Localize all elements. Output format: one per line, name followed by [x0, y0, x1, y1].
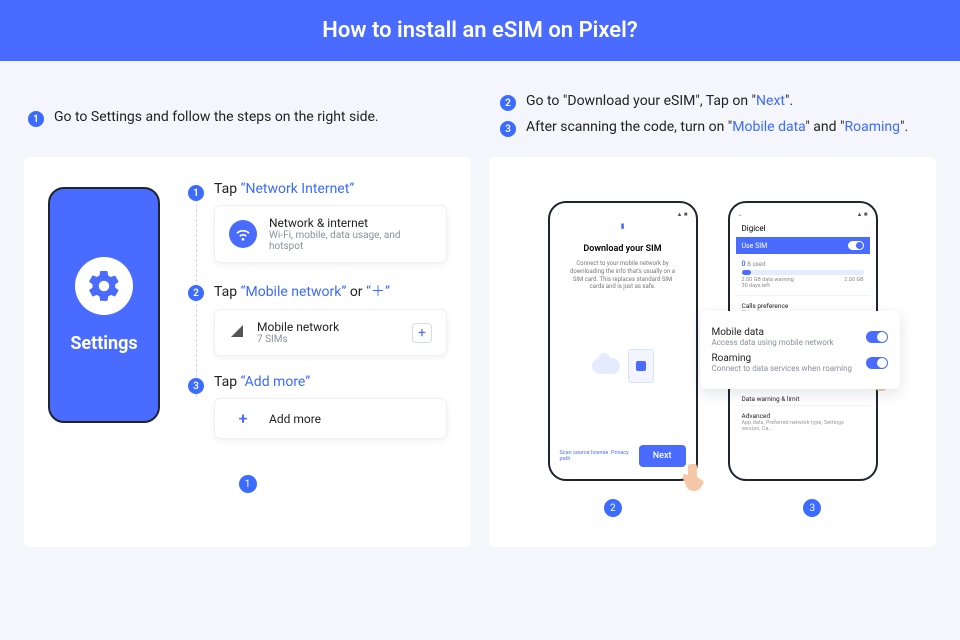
status-bar: ←▲ ■: [736, 211, 870, 222]
step-number-badge: 3: [500, 121, 516, 137]
sim-chip-icon: ▮: [556, 222, 690, 230]
intro-step-1: 1 Go to Settings and follow the steps on…: [28, 109, 460, 127]
step-number-badge: 2: [500, 95, 516, 111]
intro-step-3: 3 After scanning the code, turn on "Mobi…: [500, 119, 932, 137]
cloud-icon: [592, 358, 620, 374]
row-title: Mobile network: [257, 320, 339, 334]
phone-sim-settings: ←▲ ■ Digicel Use SIM 0 B used 2.00 GB da…: [728, 201, 878, 481]
row-subtitle: 7 SIMs: [257, 334, 339, 345]
footer-links[interactable]: Scan source license Privacy path: [560, 450, 639, 462]
intro-step-2-text: Go to "Download your eSIM", Tap on "Next…: [526, 93, 793, 109]
download-sim-title: Download your SIM: [556, 244, 690, 254]
add-sim-plus-button[interactable]: +: [412, 323, 432, 343]
signal-icon: [229, 323, 245, 343]
plus-icon: +: [229, 409, 257, 428]
carrier-label: Digicel: [736, 222, 870, 237]
cards-row: Settings 1 Tap “Network Internet” Networ…: [0, 157, 960, 547]
step-number-badge: 3: [188, 378, 204, 394]
use-sim-label: Use SIM: [742, 242, 768, 250]
mobile-data-toggle[interactable]: [866, 331, 888, 343]
card-settings-steps: Settings 1 Tap “Network Internet” Networ…: [24, 157, 471, 547]
row-subtitle: Wi-Fi, mobile, data usage, and hotspot: [269, 230, 432, 252]
data-quota: 0 B used 2.00 GB data warning 2.00 GB 30…: [736, 254, 870, 295]
row-add-more[interactable]: + Add more: [214, 398, 447, 439]
row-network-internet[interactable]: Network & internet Wi-Fi, mobile, data u…: [214, 205, 447, 263]
card-phone-screens: ·▲ ■ ▮ Download your SIM Connect to your…: [489, 157, 936, 547]
toggles-callout-card: Mobile data Access data using mobile net…: [700, 311, 900, 389]
substep-1-title: Tap “Network Internet”: [214, 181, 447, 197]
intro-row: 1 Go to Settings and follow the steps on…: [0, 61, 960, 157]
step-number-badge: 1: [188, 185, 204, 201]
page-title: How to install an eSIM on Pixel?: [322, 18, 637, 43]
roaming-sub: Connect to data services when roaming: [712, 364, 853, 373]
step-number-badge: 2: [188, 285, 204, 301]
intro-right: 2 Go to "Download your eSIM", Tap on "Ne…: [500, 85, 932, 145]
advanced-row[interactable]: Advanced App data, Preferred network typ…: [736, 405, 870, 434]
mobile-data-row[interactable]: Mobile data Access data using mobile net…: [712, 327, 888, 347]
gear-icon: [75, 257, 133, 315]
roaming-link-text: Roaming: [844, 119, 900, 135]
phone-download-sim: ·▲ ■ ▮ Download your SIM Connect to your…: [548, 201, 698, 481]
mobile-data-title: Mobile data: [712, 327, 834, 338]
substep-3-title: Tap “Add more”: [214, 374, 447, 390]
quota-cap: 2.00 GB: [844, 277, 863, 283]
card-number-badge: 1: [239, 475, 257, 493]
download-sim-illustration: [556, 291, 690, 441]
card-number-badge: 2: [604, 499, 622, 517]
wifi-icon: [229, 220, 257, 248]
roaming-title: Roaming: [712, 353, 853, 364]
page-header: How to install an eSIM on Pixel?: [0, 0, 960, 61]
mobile-data-sub: Access data using mobile network: [712, 338, 834, 347]
quota-used-number: 0: [742, 260, 746, 268]
substep-1: 1 Tap “Network Internet” Network & inter…: [188, 181, 447, 263]
row-title: Add more: [269, 412, 321, 426]
intro-step-1-text: Go to Settings and follow the steps on t…: [54, 109, 379, 125]
data-warning-row[interactable]: Data warning & limit: [736, 388, 870, 405]
intro-left: 1 Go to Settings and follow the steps on…: [28, 85, 460, 145]
next-link-text: Next: [756, 93, 785, 109]
quota-progress-bar: [742, 270, 864, 275]
settings-label: Settings: [70, 333, 137, 354]
sim-card-icon: [628, 349, 654, 383]
settings-phone-illustration: Settings: [48, 187, 160, 423]
row-mobile-network[interactable]: Mobile network 7 SIMs +: [214, 309, 447, 356]
use-sim-row[interactable]: Use SIM: [736, 237, 870, 254]
intro-step-2: 2 Go to "Download your eSIM", Tap on "Ne…: [500, 93, 932, 111]
card-number-badge: 3: [803, 499, 821, 517]
quota-days: 30 days left: [742, 283, 864, 289]
substep-2: 2 Tap “Mobile network” or “＋” Mobile net…: [188, 281, 447, 356]
step-number-badge: 1: [28, 111, 44, 127]
mobile-data-link-text: Mobile data: [732, 119, 805, 135]
substep-3: 3 Tap “Add more” + Add more: [188, 374, 447, 439]
intro-step-3-text: After scanning the code, turn on "Mobile…: [526, 119, 908, 135]
status-bar: ·▲ ■: [556, 211, 690, 222]
pointing-hand-icon: [674, 459, 714, 499]
row-title: Network & internet: [269, 216, 432, 230]
use-sim-toggle[interactable]: [848, 241, 864, 250]
download-sim-desc: Connect to your mobile network by downlo…: [556, 260, 690, 291]
roaming-toggle[interactable]: [866, 357, 888, 369]
roaming-row[interactable]: Roaming Connect to data services when ro…: [712, 353, 888, 373]
quota-used-unit: B used: [747, 261, 765, 268]
substep-2-title: Tap “Mobile network” or “＋”: [214, 281, 447, 301]
